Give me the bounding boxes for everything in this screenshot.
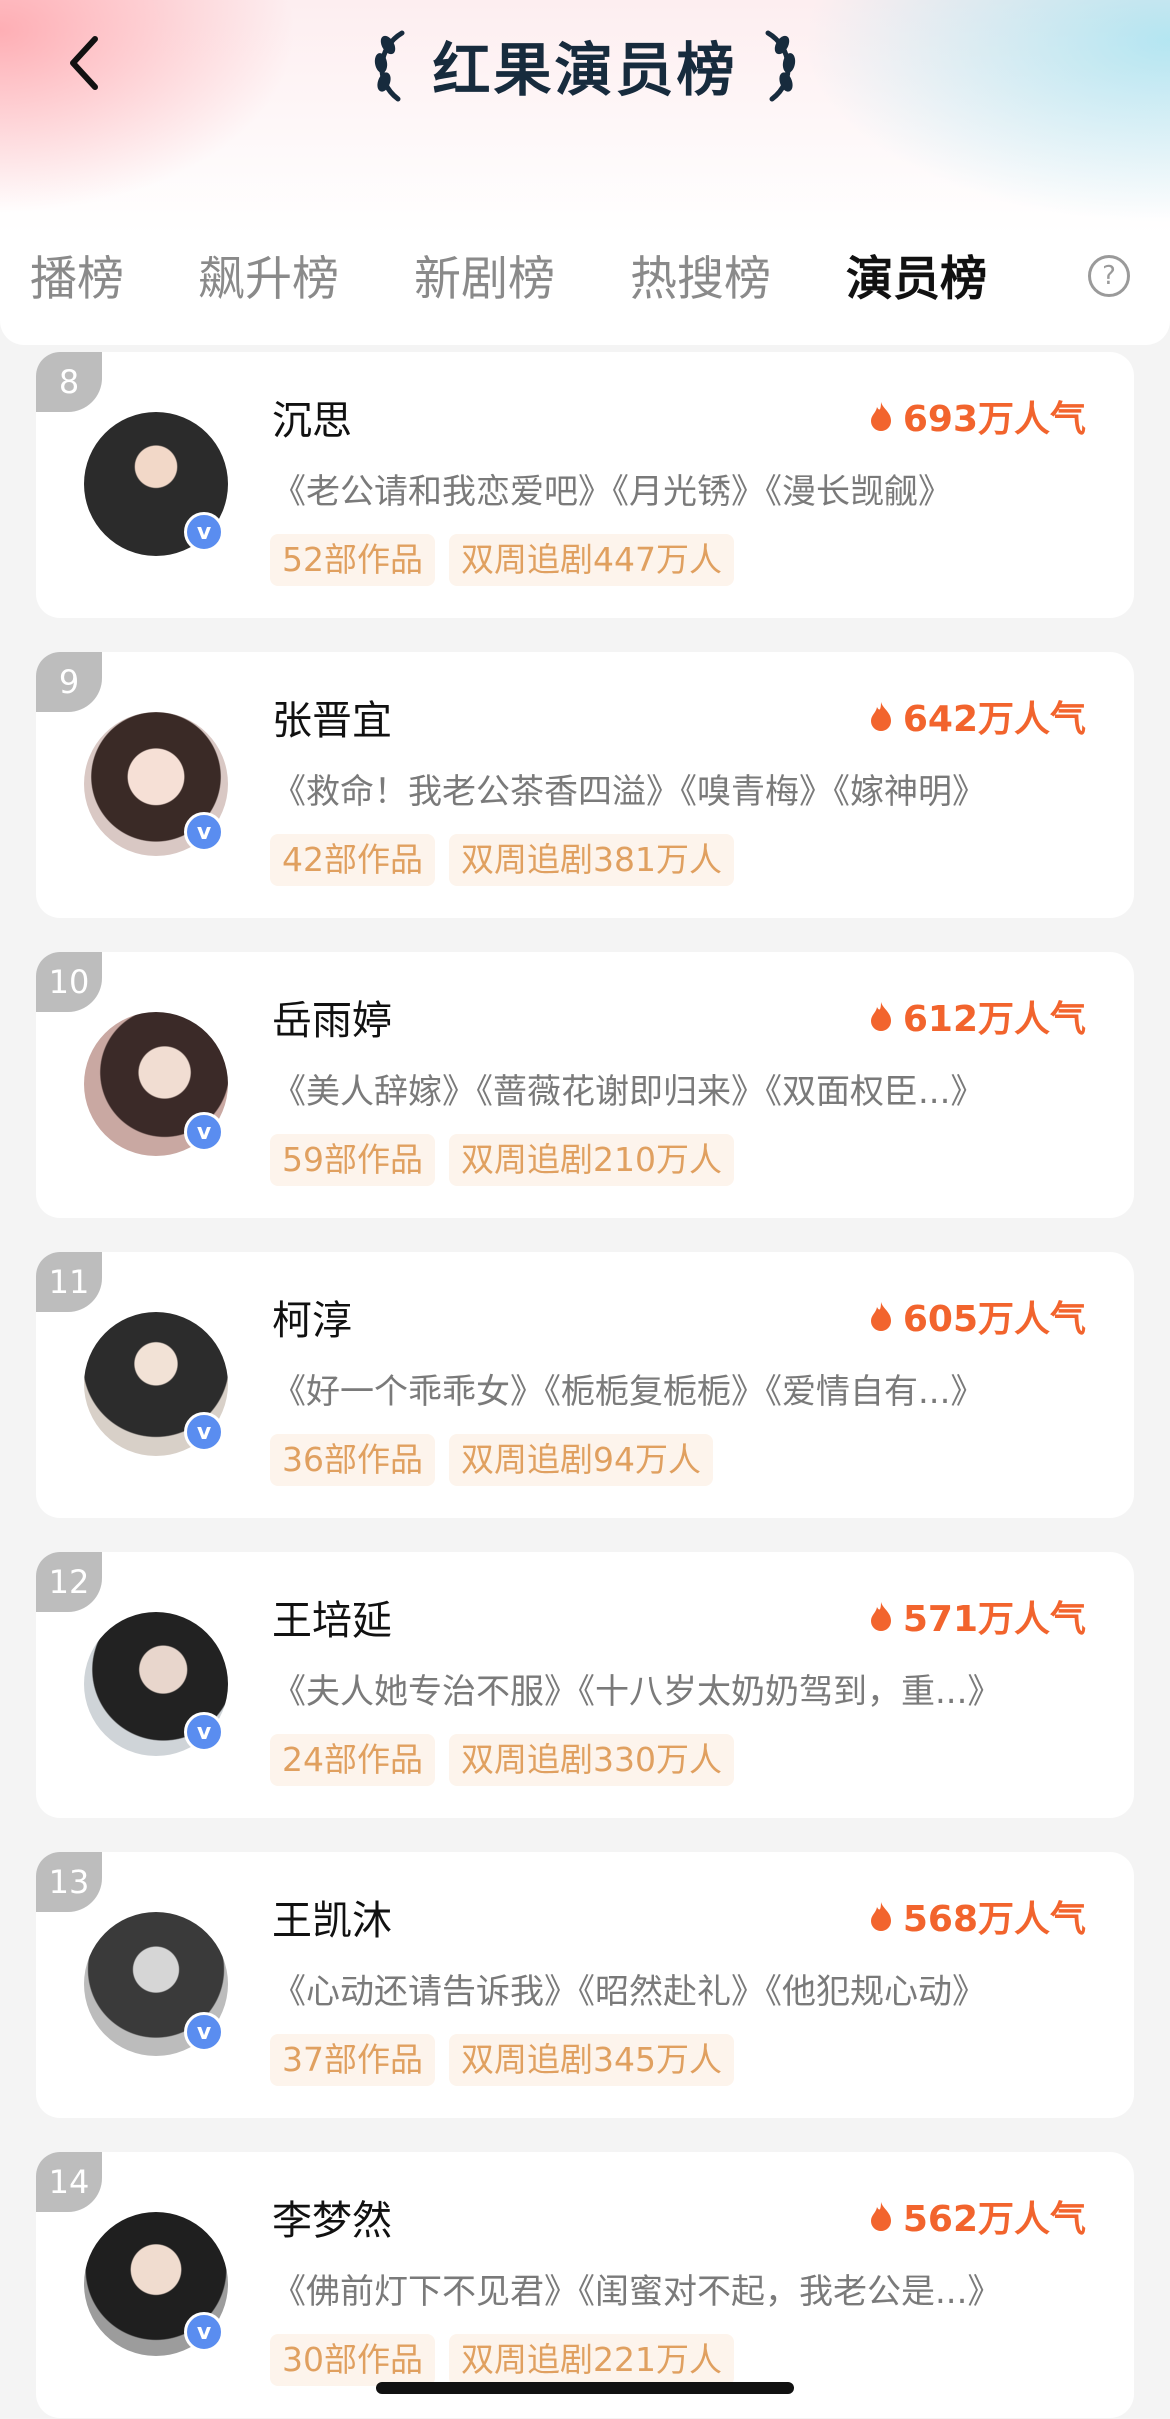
flame-icon bbox=[870, 1302, 891, 1331]
verified-icon: v bbox=[184, 1712, 224, 1752]
home-indicator[interactable] bbox=[376, 2382, 794, 2394]
popularity-value: 642万人气 bbox=[902, 699, 1086, 740]
verified-icon: v bbox=[184, 512, 224, 552]
verified-icon: v bbox=[184, 1412, 224, 1452]
rank-badge: 12 bbox=[36, 1552, 102, 1612]
actor-tags: 52部作品 双周追剧447万人 bbox=[270, 534, 734, 586]
actor-name: 岳雨婷 bbox=[272, 998, 392, 1044]
verified-icon: v bbox=[184, 2312, 224, 2352]
actor-works: 《心动还请告诉我》《昭然赴礼》《他犯规心动》 bbox=[272, 1972, 986, 2012]
actor-card[interactable]: 10 v 岳雨婷 612万人气 《美人辞嫁》《蔷薇花谢即归来》《双面权臣...》… bbox=[36, 952, 1134, 1218]
works-count-tag: 37部作品 bbox=[270, 2034, 435, 2086]
actor-card[interactable]: 12 v 王培延 571万人气 《夫人她专治不服》《十八岁太奶奶驾到，重...》… bbox=[36, 1552, 1134, 1818]
actor-name: 柯淳 bbox=[272, 1298, 352, 1344]
popularity: 693万人气 bbox=[869, 390, 1086, 442]
title-area: 红果演员榜 bbox=[0, 20, 1170, 110]
actor-name: 王凯沐 bbox=[272, 1898, 392, 1944]
actor-tags: 36部作品 双周追剧94万人 bbox=[270, 1434, 713, 1486]
flame-icon bbox=[870, 702, 891, 731]
actor-tags: 59部作品 双周追剧210万人 bbox=[270, 1134, 734, 1186]
popularity: 605万人气 bbox=[869, 1290, 1086, 1342]
question-icon: ? bbox=[1102, 261, 1116, 291]
followers-tag: 双周追剧210万人 bbox=[449, 1134, 734, 1186]
verified-icon: v bbox=[184, 2012, 224, 2052]
followers-tag: 双周追剧330万人 bbox=[449, 1734, 734, 1786]
rank-badge: 10 bbox=[36, 952, 102, 1012]
actor-card[interactable]: 9 v 张晋宜 642万人气 《救命！我老公茶香四溢》《嗅青梅》《嫁神明》 42… bbox=[36, 652, 1134, 918]
page-title: 红果演员榜 bbox=[432, 36, 738, 104]
flame-icon bbox=[870, 1002, 891, 1031]
flame-icon bbox=[870, 1602, 891, 1631]
flame-icon bbox=[870, 402, 891, 431]
rank-badge: 13 bbox=[36, 1852, 102, 1912]
popularity-value: 571万人气 bbox=[902, 1599, 1086, 1640]
tab-new-drama[interactable]: 新剧榜 bbox=[414, 240, 555, 309]
popularity: 642万人气 bbox=[869, 690, 1086, 742]
popularity-value: 612万人气 bbox=[902, 999, 1086, 1040]
actor-tags: 30部作品 双周追剧221万人 bbox=[270, 2334, 734, 2386]
actor-card[interactable]: 14 v 李梦然 562万人气 《佛前灯下不见君》《闺蜜对不起，我老公是...》… bbox=[36, 2152, 1134, 2418]
tab-rising[interactable]: 飙升榜 bbox=[198, 240, 339, 309]
actor-tags: 42部作品 双周追剧381万人 bbox=[270, 834, 734, 886]
laurel-right-icon bbox=[765, 30, 795, 102]
popularity-value: 568万人气 bbox=[902, 1899, 1086, 1940]
followers-tag: 双周追剧381万人 bbox=[449, 834, 734, 886]
actor-name: 张晋宜 bbox=[272, 698, 392, 744]
tab-bar: 播榜 飙升榜 新剧榜 热搜榜 演员榜 bbox=[0, 230, 1170, 320]
popularity-value: 605万人气 bbox=[902, 1299, 1086, 1340]
popularity-value: 693万人气 bbox=[902, 399, 1086, 440]
works-count-tag: 52部作品 bbox=[270, 534, 435, 586]
popularity: 571万人气 bbox=[869, 1590, 1086, 1642]
followers-tag: 双周追剧221万人 bbox=[449, 2334, 734, 2386]
followers-tag: 双周追剧94万人 bbox=[449, 1434, 713, 1486]
tab-bo[interactable]: 播榜 bbox=[30, 240, 124, 309]
works-count-tag: 59部作品 bbox=[270, 1134, 435, 1186]
actor-card[interactable]: 8 v 沉思 693万人气 《老公请和我恋爱吧》《月光锈》《漫长觊觎》 52部作… bbox=[36, 352, 1134, 618]
tab-trending[interactable]: 热搜榜 bbox=[630, 240, 771, 309]
actor-tags: 37部作品 双周追剧345万人 bbox=[270, 2034, 734, 2086]
actor-works: 《夫人她专治不服》《十八岁太奶奶驾到，重...》 bbox=[272, 1672, 1002, 1712]
actor-name: 李梦然 bbox=[272, 2198, 392, 2244]
popularity: 568万人气 bbox=[869, 1890, 1086, 1942]
flame-icon bbox=[870, 1902, 891, 1931]
popularity: 562万人气 bbox=[869, 2190, 1086, 2242]
actor-works: 《救命！我老公茶香四溢》《嗅青梅》《嫁神明》 bbox=[272, 772, 986, 812]
followers-tag: 双周追剧447万人 bbox=[449, 534, 734, 586]
tab-actors[interactable]: 演员榜 bbox=[846, 240, 987, 309]
actor-works: 《老公请和我恋爱吧》《月光锈》《漫长觊觎》 bbox=[272, 472, 952, 512]
actor-tags: 24部作品 双周追剧330万人 bbox=[270, 1734, 734, 1786]
rank-badge: 11 bbox=[36, 1252, 102, 1312]
page: 红果演员榜 播榜 飙升榜 新剧榜 热搜榜 演员榜 ? 8 v 沉思 693万人气… bbox=[0, 0, 1170, 2419]
works-count-tag: 36部作品 bbox=[270, 1434, 435, 1486]
actor-card[interactable]: 13 v 王凯沐 568万人气 《心动还请告诉我》《昭然赴礼》《他犯规心动》 3… bbox=[36, 1852, 1134, 2118]
actor-works: 《美人辞嫁》《蔷薇花谢即归来》《双面权臣...》 bbox=[272, 1072, 985, 1112]
actor-card[interactable]: 11 v 柯淳 605万人气 《好一个乖乖女》《栀栀复栀栀》《爱情自有...》 … bbox=[36, 1252, 1134, 1518]
works-count-tag: 42部作品 bbox=[270, 834, 435, 886]
flame-icon bbox=[870, 2202, 891, 2231]
rank-badge: 9 bbox=[36, 652, 102, 712]
actor-name: 王培延 bbox=[272, 1598, 392, 1644]
popularity-value: 562万人气 bbox=[902, 2199, 1086, 2240]
header: 红果演员榜 播榜 飙升榜 新剧榜 热搜榜 演员榜 ? bbox=[0, 0, 1170, 345]
actor-name: 沉思 bbox=[272, 398, 352, 444]
verified-icon: v bbox=[184, 812, 224, 852]
laurel-left-icon bbox=[375, 30, 405, 102]
works-count-tag: 30部作品 bbox=[270, 2334, 435, 2386]
followers-tag: 双周追剧345万人 bbox=[449, 2034, 734, 2086]
actor-list: 8 v 沉思 693万人气 《老公请和我恋爱吧》《月光锈》《漫长觊觎》 52部作… bbox=[36, 352, 1134, 2419]
rank-badge: 8 bbox=[36, 352, 102, 412]
verified-icon: v bbox=[184, 1112, 224, 1152]
actor-works: 《佛前灯下不见君》《闺蜜对不起，我老公是...》 bbox=[272, 2272, 1002, 2312]
help-button[interactable]: ? bbox=[1088, 255, 1130, 297]
actor-works: 《好一个乖乖女》《栀栀复栀栀》《爱情自有...》 bbox=[272, 1372, 985, 1412]
rank-badge: 14 bbox=[36, 2152, 102, 2212]
works-count-tag: 24部作品 bbox=[270, 1734, 435, 1786]
popularity: 612万人气 bbox=[869, 990, 1086, 1042]
